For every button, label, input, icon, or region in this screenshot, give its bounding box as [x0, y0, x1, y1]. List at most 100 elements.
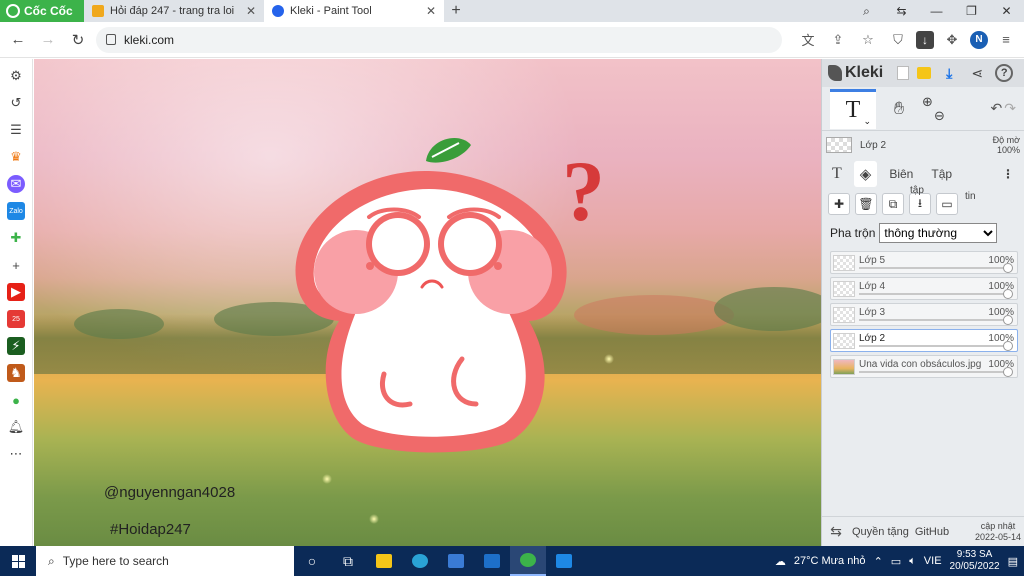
zoom-out-icon[interactable]: ⊖ [934, 108, 945, 123]
url-input[interactable]: kleki.com [96, 26, 782, 53]
tab-text-settings[interactable]: T [826, 161, 848, 187]
coccoc-brand-button[interactable]: Cốc Cốc [0, 0, 84, 22]
notifications-icon[interactable]: ▤ [1008, 555, 1018, 568]
share-icon[interactable]: ⇪ [826, 28, 850, 52]
layer-item[interactable]: Una vida con obsáculos.jpg 100% [830, 355, 1018, 378]
delete-layer-button[interactable]: 🗑︎ [855, 193, 877, 215]
layer-item[interactable]: Lớp 3 100% [830, 303, 1018, 326]
settings-icon[interactable]: ⚙ [7, 67, 25, 85]
download-icon[interactable]: ↓ [916, 30, 934, 49]
layer-item-selected[interactable]: Lớp 2 100% [830, 329, 1018, 352]
hand-tool-icon[interactable]: ✋︎ [886, 96, 912, 122]
youtube-icon[interactable]: ▶ [7, 283, 25, 301]
opacity-slider[interactable] [859, 319, 1009, 321]
add-layer-button[interactable]: ✚ [828, 193, 850, 215]
notification-icon[interactable]: 🔔︎ [7, 418, 25, 436]
more-icon[interactable]: ⋯ [7, 445, 25, 463]
task-view-icon[interactable]: ⧉ [330, 546, 366, 576]
start-button[interactable] [0, 546, 36, 576]
network-icon[interactable]: ▭ [891, 555, 901, 568]
tab-hoidap247[interactable]: Hỏi đáp 247 - trang tra loi ✕ [84, 0, 264, 22]
store-shape [448, 554, 464, 568]
tab-file[interactable]: Tập [925, 161, 958, 187]
tab-layers[interactable]: ◈ [853, 161, 878, 187]
mail-icon[interactable] [474, 546, 510, 576]
game-icon[interactable]: ✚ [7, 229, 25, 247]
opacity-slider[interactable] [859, 267, 1009, 269]
translate-icon[interactable]: 文 [796, 28, 820, 52]
messenger-icon[interactable]: ✉ [7, 175, 25, 193]
extensions-icon[interactable]: ✥ [940, 28, 964, 52]
tab-kleki[interactable]: Kleki - Paint Tool ✕ [264, 0, 444, 22]
add-icon[interactable]: + [7, 256, 25, 274]
edge-icon[interactable] [402, 546, 438, 576]
reload-button[interactable]: ↻ [66, 28, 90, 52]
close-tab-icon[interactable]: ✕ [246, 4, 256, 18]
store-icon[interactable] [438, 546, 474, 576]
shield-icon[interactable]: ⛉ [886, 28, 910, 52]
close-tab-icon[interactable]: ✕ [426, 4, 436, 18]
opacity-slider-handle[interactable] [1003, 367, 1013, 377]
drawing-canvas[interactable]: ? @nguyenngan4028 #Hoidap247 [34, 59, 821, 546]
search-tabs-icon[interactable]: ⌕ [849, 4, 884, 19]
layer-item[interactable]: Lớp 5 100% [830, 251, 1018, 274]
text-tool-button[interactable]: T ⌄ [830, 88, 876, 129]
zalo-taskbar-icon[interactable] [546, 546, 582, 576]
update-info[interactable]: cập nhật 2022-05-14 [975, 521, 1021, 543]
opacity-slider-handle[interactable] [1003, 289, 1013, 299]
blend-mode-select[interactable]: thông thường [879, 223, 998, 243]
opacity-slider[interactable] [859, 293, 1009, 295]
tab-title: Kleki - Paint Tool [290, 5, 372, 17]
opacity-slider[interactable] [859, 371, 1009, 373]
tab-edit[interactable]: Biên [883, 161, 919, 187]
bolt-icon[interactable]: ⚡ [7, 337, 25, 355]
taskbar-search-input[interactable]: ⌕ Type here to search [36, 546, 294, 576]
coccoc-taskbar-icon[interactable] [510, 546, 546, 576]
avatar[interactable]: N [970, 30, 988, 49]
open-folder-icon[interactable] [917, 67, 932, 79]
weather-text[interactable]: 27°C Mưa nhỏ [794, 555, 866, 567]
show-hidden-icon[interactable]: ⌃ [874, 555, 883, 568]
privacy-link[interactable]: Quyền tặng [852, 526, 909, 538]
kleki-logo[interactable]: Kleki [828, 64, 883, 82]
restore-icon[interactable]: ❐ [954, 4, 989, 18]
undo-icon[interactable]: ↶ [991, 100, 1003, 117]
file-explorer-icon[interactable] [366, 546, 402, 576]
merge-layer-button[interactable]: tập ⭳ [909, 185, 931, 215]
rename-layer-button[interactable]: ▭ [936, 193, 958, 215]
list-icon[interactable]: ☰ [7, 121, 25, 139]
swap-side-icon[interactable]: ⇆ [826, 523, 846, 540]
zoom-in-icon[interactable]: ⊕ [922, 94, 945, 109]
share-icon[interactable]: ⋖ [967, 63, 987, 83]
back-button[interactable]: ← [6, 28, 30, 52]
bookmark-star-icon[interactable]: ☆ [856, 28, 880, 52]
coccoc-icon[interactable]: ● [7, 391, 25, 409]
new-tab-button[interactable]: + [444, 0, 468, 22]
layer-item[interactable]: Lớp 4 100% [830, 277, 1018, 300]
app-icon[interactable]: ♞ [7, 364, 25, 382]
cortana-icon[interactable]: ○ [294, 546, 330, 576]
opacity-slider[interactable] [859, 345, 1009, 347]
save-download-icon[interactable]: ⤓ [939, 63, 959, 83]
opacity-slider-handle[interactable] [1003, 315, 1013, 325]
github-link[interactable]: GitHub [915, 526, 949, 538]
more-options-icon[interactable]: ⋮ [996, 161, 1020, 187]
opacity-slider-handle[interactable] [1003, 263, 1013, 273]
menu-icon[interactable]: ≡ [994, 28, 1018, 52]
duplicate-layer-button[interactable]: ⧉ [882, 193, 904, 215]
volume-icon[interactable]: 🔈︎ [909, 555, 916, 568]
opacity-slider-handle[interactable] [1003, 341, 1013, 351]
minimize-icon[interactable]: — [919, 4, 954, 18]
calendar-icon[interactable]: 25 [7, 310, 25, 328]
help-icon[interactable]: ? [995, 64, 1014, 82]
redo-icon[interactable]: ↷ [1004, 100, 1016, 117]
zalo-icon[interactable]: Zalo [7, 202, 25, 220]
close-window-icon[interactable]: ✕ [989, 4, 1024, 18]
language-indicator[interactable]: VIE [924, 555, 942, 567]
crown-icon[interactable]: ♛ [7, 148, 25, 166]
history-icon[interactable]: ↺ [7, 94, 25, 112]
forward-button[interactable]: → [36, 28, 60, 52]
back-forward-icon[interactable]: ⇆ [884, 4, 919, 18]
clock[interactable]: 9:53 SA 20/05/2022 [950, 549, 1000, 573]
new-file-icon[interactable] [897, 66, 910, 80]
